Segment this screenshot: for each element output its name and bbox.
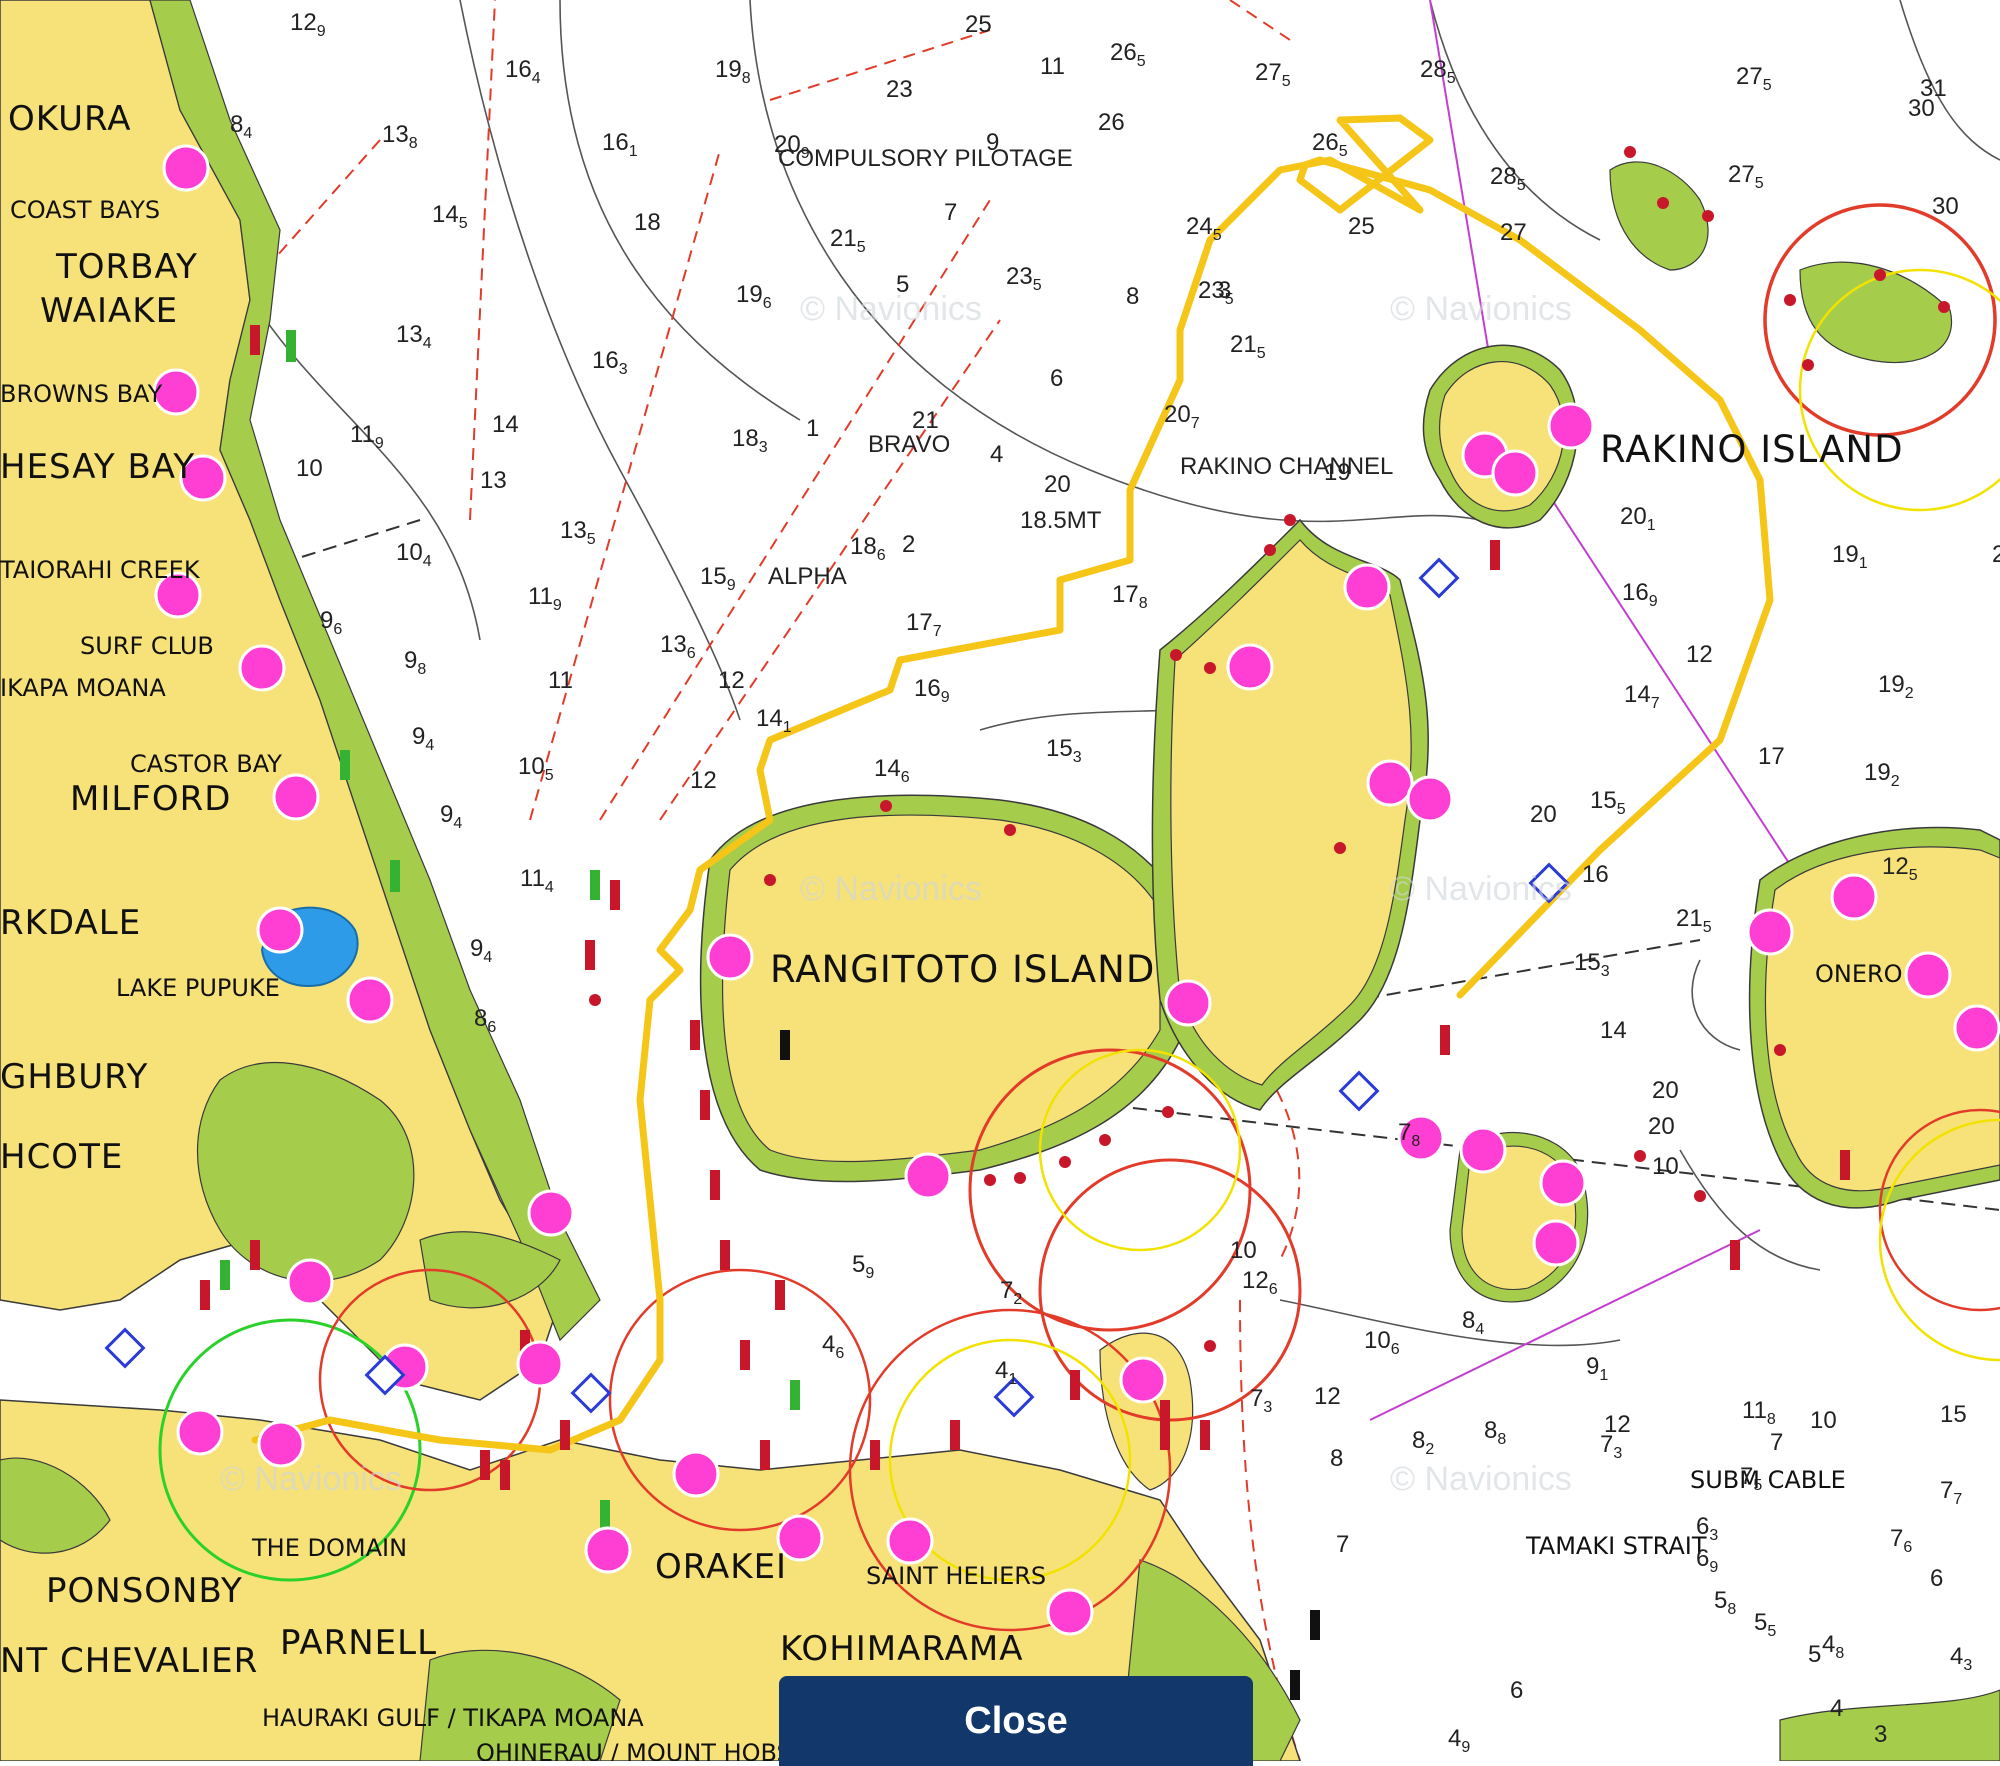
depth-sounding: 5 [1808,1641,1821,1668]
depth-sounding: 12 [1314,1383,1341,1410]
label-ohinerau: OHINERAU / MOUNT HOBS [476,1739,792,1761]
depth-sounding: 16 [1582,861,1609,888]
depth-sounding: 5 [896,271,909,298]
label-motutapu: ONERO [1815,960,1903,988]
label-highbury: GHBURY [0,1057,148,1097]
depth-sounding: 13 [480,467,507,494]
watermark: © Navionics [800,290,982,328]
nautical-chart-map[interactable]: OKURA COAST BAYS TORBAY WAIAKE BROWNS BA… [0,0,2000,1761]
label-kohimarama: KOHIMARAMA [780,1629,1023,1669]
depth-sounding: 6 [1510,1677,1523,1704]
close-button[interactable]: Close [779,1676,1253,1766]
label-surf-club: SURF CLUB [80,632,214,660]
depth-sounding: 20 [1044,471,1071,498]
depth-sounding: 25 [1992,541,2000,568]
depth-sounding: 10 [1652,1153,1679,1180]
depth-sounding: 4 [990,441,1003,468]
depth-sounding: 6 [1050,365,1063,392]
depth-sounding: 10 [1230,1237,1257,1264]
depth-sounding: 1 [806,415,819,442]
label-taiorahi-creek: TAIORAHI CREEK [0,556,201,584]
depth-sounding: 17 [1758,743,1785,770]
depth-sounding: 8 [1126,283,1139,310]
depth-sounding: 20 [1652,1077,1679,1104]
depth-sounding: 15 [1940,1401,1967,1428]
note-alpha: ALPHA [768,563,847,590]
note-depth-mark: 18.5MT [1020,507,1102,534]
depth-sounding: 26 [1098,109,1125,136]
depth-sounding: 25 [965,11,992,38]
depth-sounding: 20 [1648,1113,1675,1140]
label-northcote: HCOTE [0,1137,123,1177]
depth-sounding: 7 [1336,1531,1349,1558]
depth-sounding: 12 [718,667,745,694]
label-subm-cable: SUBM CABLE [1690,1466,1846,1494]
depth-sounding: 2 [902,531,915,558]
depth-sounding: 11 [548,667,573,694]
label-milford: MILFORD [70,779,231,819]
depth-sounding: 12 [1686,641,1713,668]
label-hauraki-gulf: HAURAKI GULF / TIKAPA MOANA [262,1704,644,1732]
label-lake-pupuke: LAKE PUPUKE [116,974,280,1002]
depth-sounding: 18 [634,209,661,236]
label-tikapa-moana: IKAPA MOANA [0,674,166,702]
label-coast-bays: COAST BAYS [10,196,160,224]
label-mount-chevalier: NT CHEVALIER [0,1641,258,1681]
depth-sounding: 3 [1218,277,1231,304]
depth-sounding: 3 [1874,1721,1887,1748]
note-compulsory-pilotage: COMPULSORY PILOTAGE [778,145,1073,172]
label-parnell: PARNELL [280,1623,437,1663]
depth-sounding: 7 [944,199,957,226]
depth-sounding: 12 [690,767,717,794]
label-ponsonby: PONSONBY [46,1571,243,1611]
depth-sounding: 4 [1830,1695,1843,1722]
label-rakino-island: RAKINO ISLAND [1600,428,1904,471]
watermark: © Navionics [220,1460,402,1498]
label-torbay: TORBAY [55,247,198,287]
depth-sounding: 6 [1930,1565,1943,1592]
depth-sounding: 7 [1770,1429,1783,1456]
label-okura: OKURA [8,99,132,139]
label-waiake: WAIAKE [40,291,178,331]
depth-sounding: 30 [1932,193,1959,220]
depth-sounding: 9 [986,129,999,156]
watermark: © Navionics [800,870,982,908]
label-orakei: ORAKEI [655,1547,787,1587]
depth-sounding: 23 [886,76,913,103]
note-rakino-channel: RAKINO CHANNEL [1180,453,1393,480]
watermark: © Navionics [1390,290,1572,328]
depth-sounding: 27 [1500,219,1527,246]
depth-sounding: 19 [1324,459,1351,486]
label-saint-heliers: SAINT HELIERS [866,1562,1046,1590]
depth-sounding: 14 [1600,1017,1627,1044]
note-bravo: BRAVO [868,431,950,458]
label-mairangi-bay: HESAY BAY [0,447,195,487]
depth-sounding: 25 [1348,213,1375,240]
label-tamaki-strait: TAMAKI STRAIT [1525,1532,1707,1560]
label-castor-bay: CASTOR BAY [130,750,282,778]
depth-sounding: 11 [1040,53,1065,80]
depth-sounding: 10 [1810,1407,1837,1434]
label-browns-bay: BROWNS BAY [0,380,163,408]
watermark: © Navionics [1390,1460,1572,1498]
depth-sounding: 10 [296,455,323,482]
depth-sounding: 8 [1330,1445,1343,1472]
watermark: © Navionics [1390,870,1572,908]
label-the-domain: THE DOMAIN [251,1534,407,1562]
depth-sounding: 21 [912,407,939,434]
depth-sounding: 14 [492,411,519,438]
depth-sounding: 20 [1530,801,1557,828]
label-rangitoto-island: RANGITOTO ISLAND [770,948,1155,991]
depth-sounding: 30 [1908,95,1935,122]
label-takapuna: RKDALE [0,903,141,943]
